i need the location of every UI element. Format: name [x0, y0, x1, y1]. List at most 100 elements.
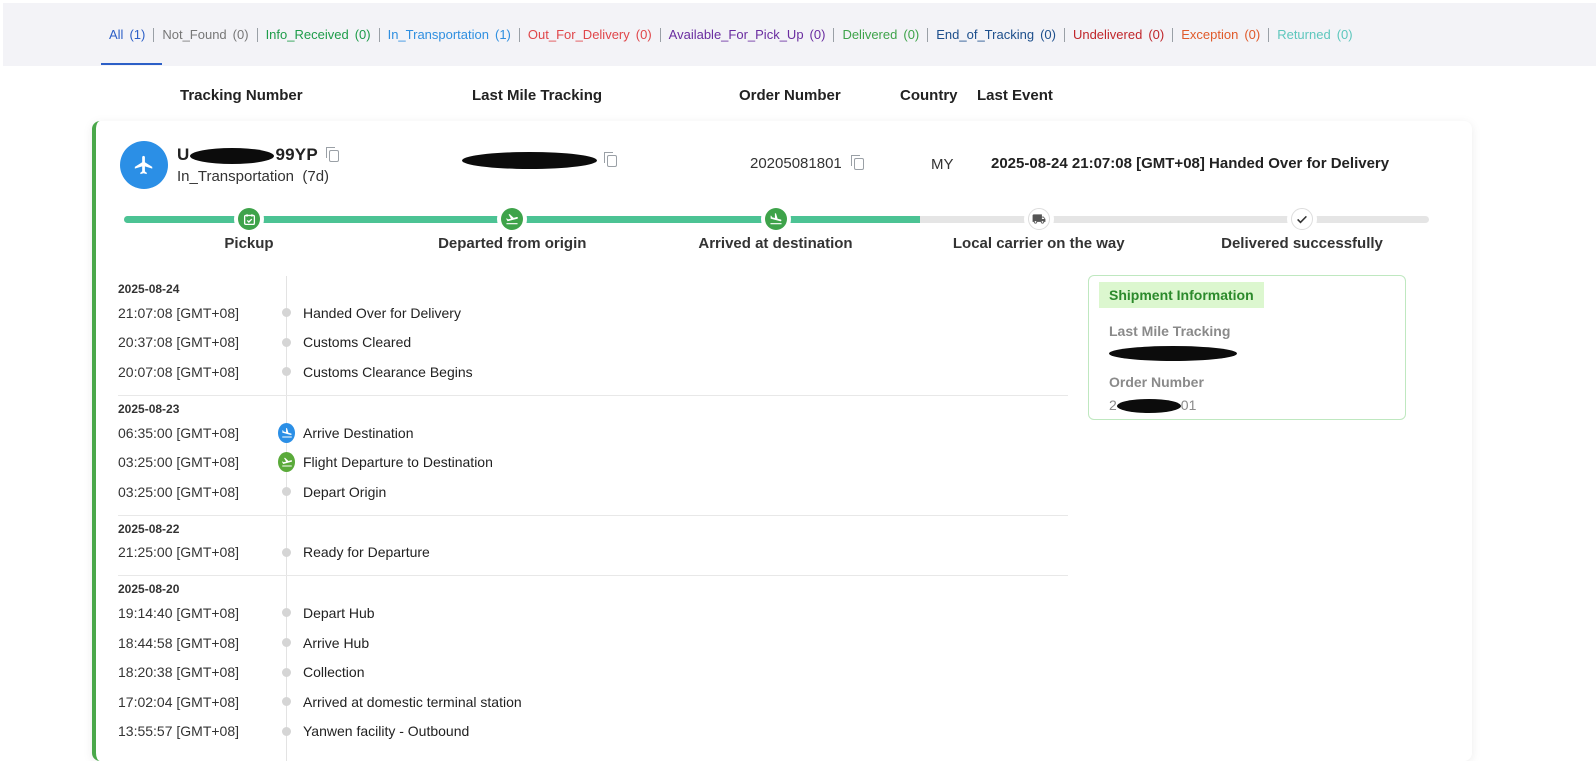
copy-icon[interactable] — [604, 151, 617, 167]
event-description: Customs Cleared — [303, 334, 412, 351]
tab-returned[interactable]: Returned (0) — [1277, 27, 1352, 42]
tab-count: (0) — [635, 27, 652, 42]
timeline-day-group: 2025-08-24 21:07:08 [GMT+08] Handed Over f… — [118, 276, 1068, 396]
timeline-event: 17:02:04 [GMT+08] Arrived at domestic ter… — [118, 687, 1068, 717]
progress-step: Delivered successfully — [1202, 204, 1402, 252]
timeline-event: 18:44:58 [GMT+08] Arrive Hub — [118, 628, 1068, 658]
tab-out-for-delivery[interactable]: Out_For_Delivery (0) — [528, 27, 652, 42]
tab-count: (0) — [232, 27, 249, 42]
status-tabs: All (1) Not_Found (0) Info_Received (0) In_Tra… — [109, 27, 1353, 42]
timeline-day-group: 2025-08-22 21:25:00 [GMT+08] Ready for Dep… — [118, 516, 1068, 577]
tab-label: In_Transportation — [387, 27, 489, 42]
event-time: 21:07:08 [GMT+08] — [118, 304, 240, 321]
tab-label: End_of_Tracking — [936, 27, 1035, 42]
column-header-last-mile: Last Mile Tracking — [472, 87, 603, 104]
country-code: MY — [931, 156, 954, 173]
event-description: Arrive Hub — [303, 634, 370, 651]
tab-label: Delivered — [842, 27, 898, 42]
redacted-order-digits — [1116, 399, 1181, 414]
tab-separator — [378, 27, 380, 42]
tab-info-received[interactable]: Info_Received (0) — [266, 27, 371, 42]
progress-step-marker — [497, 204, 528, 234]
column-header-last-event: Last Event — [977, 87, 1053, 104]
tracking-timeline: 2025-08-24 21:07:08 [GMT+08] Handed Over f… — [118, 276, 1068, 761]
event-time: 13:55:57 [GMT+08] — [118, 723, 240, 740]
status-text: In_Transportation — [177, 168, 295, 185]
tab-label: Returned — [1277, 27, 1331, 42]
event-time: 19:14:40 [GMT+08] — [118, 604, 240, 621]
event-time: 18:44:58 [GMT+08] — [118, 634, 240, 651]
event-description: Collection — [303, 664, 365, 681]
tab-count: (0) — [1244, 27, 1261, 42]
event-time: 20:07:08 [GMT+08] — [118, 363, 240, 380]
progress-step: Local carrier on the way — [939, 204, 1139, 252]
tab-label: Not_Found — [162, 27, 227, 42]
event-description: Yanwen facility - Outbound — [303, 723, 470, 740]
tracking-number[interactable]: U 99YP — [177, 145, 339, 165]
plane-arrival-icon — [764, 208, 787, 230]
progress-step-label: Pickup — [224, 235, 274, 252]
progress-step-label: Local carrier on the way — [952, 235, 1125, 252]
timeline-dot — [278, 693, 295, 710]
timeline-event: 06:35:00 [GMT+08] Arrive Destination — [118, 418, 1068, 448]
event-time: 03:25:00 [GMT+08] — [118, 483, 240, 500]
tab-delivered[interactable]: Delivered (0) — [842, 27, 919, 42]
event-description: Ready for Departure — [303, 544, 430, 561]
plane-arrival-icon — [278, 422, 295, 443]
tab-count: (0) — [354, 27, 371, 42]
event-time: 03:25:00 [GMT+08] — [118, 454, 240, 471]
tab-count: (0) — [809, 27, 826, 42]
timeline-event: 18:20:38 [GMT+08] Collection — [118, 657, 1068, 687]
active-tab-underline — [101, 63, 162, 65]
tab-separator — [518, 27, 520, 42]
tab-available-for-pick-up[interactable]: Available_For_Pick_Up (0) — [669, 27, 826, 42]
timeline-dot — [278, 604, 295, 621]
event-description: Customs Clearance Begins — [303, 363, 473, 380]
timeline-dot — [278, 664, 295, 681]
calendar-check-icon — [238, 208, 260, 230]
tab-label: Available_For_Pick_Up — [668, 27, 804, 42]
timeline-date: 2025-08-20 — [118, 582, 180, 597]
timeline-dot — [278, 723, 295, 740]
shipment-status: In_Transportation (7d) — [177, 168, 329, 185]
copy-icon[interactable] — [325, 146, 339, 162]
tab-label: Info_Received — [265, 27, 349, 42]
tab-undelivered[interactable]: Undelivered (0) — [1073, 27, 1164, 42]
tab-in-transportation[interactable]: In_Transportation (1) — [388, 27, 511, 42]
order-number-value[interactable]: 20205081801 — [750, 154, 864, 172]
order-number-info-value: 2 01 — [1109, 397, 1196, 414]
timeline-dot — [278, 363, 295, 380]
progress-step-marker — [1287, 204, 1317, 234]
tab-label: All — [109, 27, 124, 42]
plane-departure-icon — [501, 208, 524, 230]
tab-exception[interactable]: Exception (0) — [1181, 27, 1260, 42]
order-number-text: 20205081801 — [750, 155, 842, 172]
event-description: Arrive Destination — [303, 424, 414, 441]
tab-end-of-tracking[interactable]: End_of_Tracking (0) — [936, 27, 1056, 42]
tab-count: (0) — [1148, 27, 1165, 42]
delivery-truck-icon — [1027, 208, 1050, 230]
progress-step-marker — [1023, 204, 1054, 234]
last-mile-tracking-value[interactable] — [462, 151, 617, 169]
tab-all[interactable]: All (1) — [109, 27, 145, 42]
event-description: Depart Origin — [303, 483, 387, 500]
copy-icon[interactable] — [850, 154, 864, 170]
event-description: Handed Over for Delivery — [303, 304, 461, 321]
shipment-information-panel: Shipment Information Last Mile Tracking … — [1088, 275, 1406, 420]
last-event: 2025-08-24 21:07:08 [GMT+08] Handed Over… — [991, 155, 1390, 172]
status-tabs-bar: All (1) Not_Found (0) Info_Received (0) In_Tra… — [3, 3, 1596, 66]
timeline-day-group: 2025-08-23 06:35:00 [GMT+08] Arrive Destin… — [118, 396, 1068, 516]
redacted-last-mile-number — [1109, 345, 1237, 361]
last-mile-tracking-label: Last Mile Tracking — [1109, 323, 1231, 339]
progress-step-marker — [234, 204, 264, 234]
tab-not-found[interactable]: Not_Found (0) — [162, 27, 248, 42]
tab-separator — [1063, 27, 1065, 42]
timeline-date: 2025-08-22 — [118, 521, 180, 536]
progress-step-label: Arrived at destination — [698, 235, 853, 252]
last-mile-tracking-info-value — [1109, 344, 1237, 361]
event-description: Arrived at domestic terminal station — [303, 693, 522, 710]
timeline-dot — [278, 483, 295, 500]
tab-separator — [1268, 27, 1270, 42]
column-header-country: Country — [900, 87, 958, 104]
tab-label: Out_For_Delivery — [527, 27, 630, 42]
